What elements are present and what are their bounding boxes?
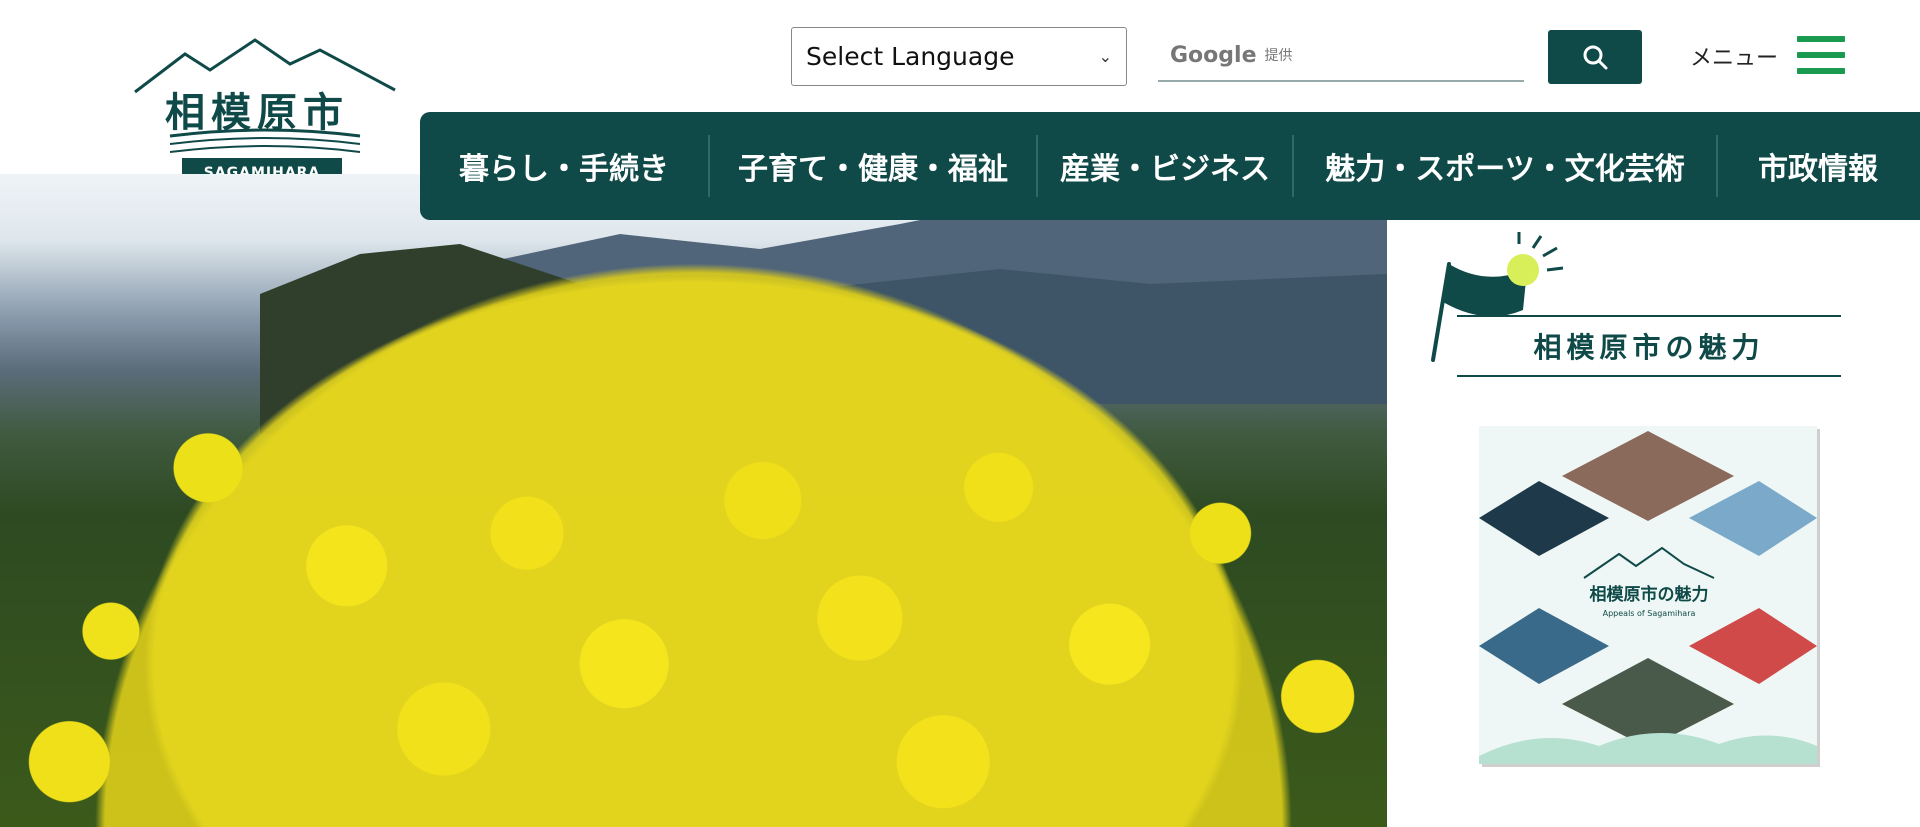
language-select[interactable]: Select Language ⌄	[791, 27, 1127, 86]
search-input[interactable]: Google 提供	[1158, 30, 1524, 82]
nav-item-childcare[interactable]: 子育て・健康・福祉	[710, 135, 1038, 197]
chevron-down-icon: ⌄	[1098, 47, 1112, 66]
hamburger-icon[interactable]	[1797, 36, 1845, 74]
logo-title: 相模原市	[165, 90, 349, 136]
side-panel: 相模原市の魅力 相模原市の魅力 Appeals of Sagamihara	[1387, 220, 1920, 827]
google-brand: Google	[1170, 42, 1257, 68]
nav-item-government[interactable]: 市政情報	[1718, 135, 1918, 197]
mountain-logo-icon	[1583, 546, 1715, 579]
global-nav: 暮らし・手続き 子育て・健康・福祉 産業・ビジネス 魅力・スポーツ・文化芸術 市…	[420, 112, 1920, 220]
nav-item-label: 子育て・健康・福祉	[738, 152, 1008, 187]
nav-item-label: 暮らし・手続き	[459, 152, 669, 187]
appeals-banner[interactable]: 相模原市の魅力 Appeals of Sagamihara	[1479, 426, 1817, 764]
side-panel-title: 相模原市の魅力	[1457, 315, 1841, 377]
nav-item-living[interactable]: 暮らし・手続き	[420, 135, 710, 197]
rapeseed-flowers	[0, 174, 1387, 827]
search-icon	[1583, 45, 1608, 70]
appeals-banner-center: 相模原市の魅力 Appeals of Sagamihara	[1574, 544, 1724, 644]
search-button[interactable]	[1548, 30, 1642, 84]
menu-label[interactable]: メニュー	[1690, 40, 1778, 72]
hamburger-line	[1797, 36, 1845, 42]
nav-item-label: 産業・ビジネス	[1060, 152, 1270, 187]
hero-image	[0, 174, 1387, 827]
language-select-label: Select Language	[806, 42, 1015, 71]
nav-item-label: 魅力・スポーツ・文化芸術	[1325, 152, 1685, 187]
nav-item-business[interactable]: 産業・ビジネス	[1038, 135, 1294, 197]
hamburger-line	[1797, 52, 1845, 58]
appeals-banner-subtitle: Appeals of Sagamihara	[1602, 609, 1696, 618]
nav-item-label: 市政情報	[1758, 152, 1878, 187]
hamburger-line	[1797, 68, 1845, 74]
google-brand-sub: 提供	[1264, 48, 1293, 64]
nav-item-culture[interactable]: 魅力・スポーツ・文化芸術	[1294, 135, 1718, 197]
